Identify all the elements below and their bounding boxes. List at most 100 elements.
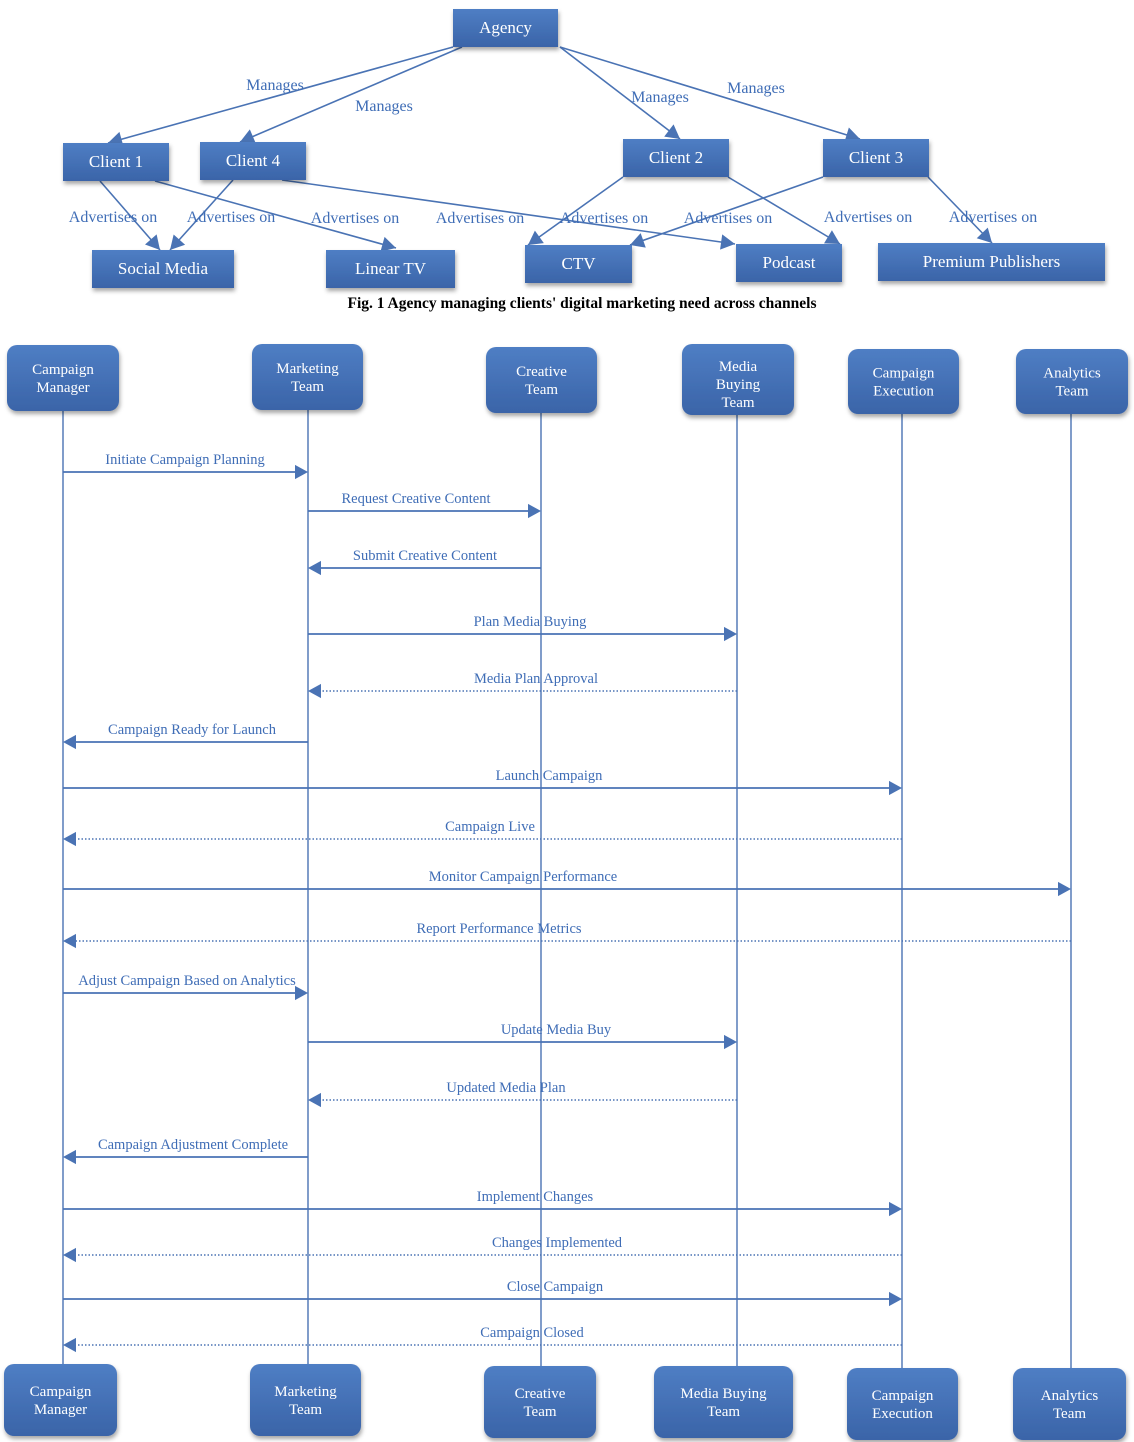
node-client1: Client 1 bbox=[63, 143, 169, 181]
node-podcast: Podcast bbox=[736, 244, 842, 282]
actor-box bbox=[250, 1364, 361, 1436]
node-label: Client 2 bbox=[649, 148, 703, 167]
node-label: Client 3 bbox=[849, 148, 903, 167]
actor-bottom-cm: Campaign Manager bbox=[4, 1364, 117, 1436]
node-client4: Client 4 bbox=[200, 142, 306, 180]
actor-label: Creative bbox=[515, 1386, 566, 1402]
node-social: Social Media bbox=[92, 250, 234, 288]
message-4: Plan Media Buying bbox=[308, 614, 737, 642]
message-label: Plan Media Buying bbox=[474, 614, 587, 630]
actor-label: Team bbox=[291, 379, 324, 395]
edge-label: Manages bbox=[246, 77, 304, 94]
actor-box bbox=[848, 349, 959, 414]
node-agency: Agency bbox=[453, 9, 558, 47]
message-7: Launch Campaign bbox=[63, 768, 902, 796]
actor-label: Campaign bbox=[872, 1388, 934, 1404]
actor-top-ce: Campaign Execution bbox=[848, 349, 959, 414]
message-8: Campaign Live bbox=[63, 819, 902, 847]
actor-label: Creative bbox=[516, 364, 567, 380]
edge-agency-to-client4 bbox=[239, 46, 463, 144]
actor-box bbox=[654, 1366, 793, 1438]
actor-box bbox=[1016, 349, 1128, 414]
actor-label: Analytics bbox=[1041, 1388, 1099, 1404]
arrowhead-icon bbox=[145, 234, 160, 250]
edge-agency-to-client3 bbox=[559, 46, 861, 143]
edge-label: Advertises on bbox=[187, 209, 275, 226]
message-1: Initiate Campaign Planning bbox=[63, 452, 308, 480]
actors-bottom: Campaign Manager Marketing Team Creative Team… bbox=[4, 1364, 1126, 1440]
node-label: Client 1 bbox=[89, 152, 143, 171]
actor-label: Team bbox=[523, 1404, 556, 1420]
actor-label: Analytics bbox=[1043, 366, 1101, 382]
actor-label: Media Buying bbox=[680, 1386, 767, 1402]
edge-label: Manages bbox=[631, 89, 689, 106]
message-12: Update Media Buy bbox=[308, 1022, 737, 1050]
message-2: Request Creative Content bbox=[308, 491, 541, 519]
message-label: Request Creative Content bbox=[342, 491, 491, 507]
message-label: Update Media Buy bbox=[501, 1022, 612, 1038]
actor-label: Campaign bbox=[873, 366, 935, 382]
campaign-sequence-diagram: Initiate Campaign Planning Request Creati… bbox=[4, 344, 1128, 1440]
message-9: Monitor Campaign Performance bbox=[63, 869, 1071, 897]
node-label: Social Media bbox=[118, 259, 209, 278]
node-lineartv: Linear TV bbox=[326, 250, 455, 288]
edge-label: Advertises on bbox=[311, 210, 399, 227]
actor-bottom-mb: Media Buying Team bbox=[654, 1366, 793, 1438]
arrowhead-icon bbox=[308, 560, 321, 576]
edge-label: Advertises on bbox=[684, 210, 772, 227]
arrowhead-icon bbox=[295, 985, 308, 1001]
edge-line bbox=[559, 46, 861, 140]
figure-caption: Fig. 1 Agency managing clients' digital … bbox=[347, 295, 816, 312]
node-label: Agency bbox=[479, 18, 532, 37]
arrowhead-icon bbox=[724, 1034, 737, 1050]
actor-box bbox=[1013, 1368, 1126, 1440]
edge-line bbox=[239, 46, 463, 143]
edge-label: Manages bbox=[727, 80, 785, 97]
message-label: Changes Implemented bbox=[492, 1235, 623, 1251]
arrowhead-icon bbox=[63, 1337, 76, 1353]
actor-label: Team bbox=[1055, 384, 1088, 400]
arrowhead-icon bbox=[889, 1291, 902, 1307]
edge-label: Advertises on bbox=[560, 210, 648, 227]
actor-label: Team bbox=[1053, 1406, 1086, 1422]
node-label: Podcast bbox=[763, 253, 816, 272]
agency-client-channel-diagram: Agency Client 1 Client 4 Client 2 Client 3 So… bbox=[63, 9, 1105, 312]
message-5: Media Plan Approval bbox=[308, 671, 737, 699]
arrowhead-icon bbox=[720, 234, 735, 250]
message-11: Adjust Campaign Based on Analytics bbox=[63, 973, 308, 1001]
message-6: Campaign Ready for Launch bbox=[63, 722, 308, 750]
actor-box bbox=[847, 1368, 958, 1440]
arrowhead-icon bbox=[1058, 881, 1071, 897]
message-3: Submit Creative Content bbox=[308, 548, 541, 576]
actor-bottom-at: Analytics Team bbox=[1013, 1368, 1126, 1440]
edge-agency-to-client1 bbox=[107, 46, 454, 147]
actor-box bbox=[7, 345, 119, 411]
actor-label: Manager bbox=[34, 1402, 87, 1418]
node-label: Client 4 bbox=[226, 151, 281, 170]
actor-box bbox=[484, 1366, 596, 1438]
actor-label: Team bbox=[289, 1402, 322, 1418]
actor-label: Buying bbox=[716, 377, 761, 393]
message-label: Launch Campaign bbox=[496, 768, 603, 784]
actor-label: Campaign bbox=[32, 362, 94, 378]
messages: Initiate Campaign Planning Request Creati… bbox=[63, 452, 1071, 1353]
node-client2: Client 2 bbox=[623, 139, 729, 177]
arrowhead-icon bbox=[889, 1201, 902, 1217]
arrowhead-icon bbox=[889, 780, 902, 796]
actor-label: Marketing bbox=[276, 361, 339, 377]
arrowhead-icon bbox=[63, 1149, 76, 1165]
arrowhead-icon bbox=[380, 236, 396, 252]
actor-bottom-mt: Marketing Team bbox=[250, 1364, 361, 1436]
node-label: Linear TV bbox=[355, 259, 427, 278]
arrowhead-icon bbox=[308, 683, 321, 699]
arrowhead-icon bbox=[295, 464, 308, 480]
node-client3: Client 3 bbox=[823, 139, 929, 177]
arrowhead-icon bbox=[63, 933, 76, 949]
fig1-nodes: Agency Client 1 Client 4 Client 2 Client 3 So… bbox=[63, 9, 1105, 288]
node-label: Premium Publishers bbox=[923, 252, 1060, 271]
arrowhead-icon bbox=[724, 626, 737, 642]
message-17: Close Campaign bbox=[63, 1279, 902, 1307]
message-label: Updated Media Plan bbox=[446, 1080, 566, 1096]
node-premium: Premium Publishers bbox=[878, 243, 1105, 281]
actor-bottom-ct: Creative Team bbox=[484, 1366, 596, 1438]
